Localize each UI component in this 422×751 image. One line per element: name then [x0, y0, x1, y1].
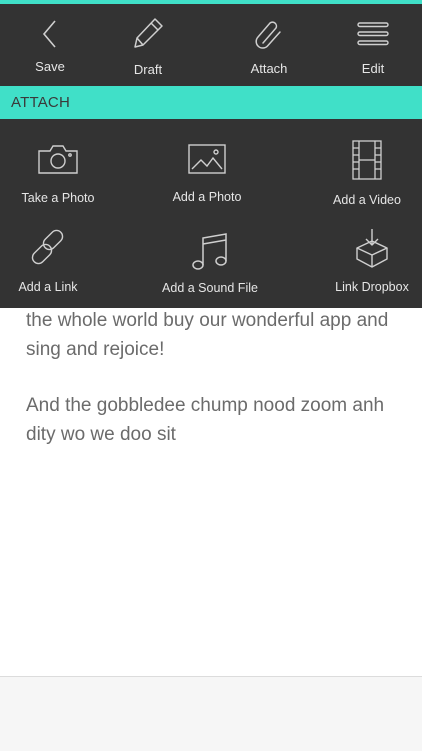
music-note-icon: [192, 233, 227, 270]
add-video-button[interactable]: Add a Video: [317, 119, 417, 209]
add-photo-button[interactable]: Add a Photo: [157, 119, 257, 209]
add-video-label: Add a Video: [333, 193, 401, 207]
attach-panel: Take a Photo Add a Photo Add a Video Add…: [0, 119, 422, 308]
toolbar: Save Draft Attach Edit: [0, 4, 422, 86]
menu-icon: [357, 22, 389, 46]
chevron-left-icon: [42, 20, 56, 48]
add-photo-label: Add a Photo: [172, 190, 242, 204]
edit-label: Edit: [361, 61, 385, 76]
link-icon: [31, 229, 64, 265]
note-paragraph: the whole world buy our wonderful app an…: [26, 310, 389, 360]
save-label: Save: [35, 59, 65, 74]
draft-label: Draft: [133, 62, 163, 77]
take-photo-label: Take a Photo: [21, 191, 95, 205]
pencil-icon: [134, 18, 163, 48]
bottom-bar: [0, 676, 422, 751]
dropbox-icon: [356, 229, 388, 268]
note-body[interactable]: the whole world buy our wonderful app an…: [0, 308, 422, 676]
edit-button[interactable]: Edit: [333, 4, 413, 86]
link-dropbox-button[interactable]: Link Dropbox: [322, 214, 422, 304]
paperclip-icon: [255, 21, 281, 49]
link-dropbox-label: Link Dropbox: [335, 280, 409, 294]
add-sound-file-label: Add a Sound File: [162, 281, 258, 295]
camera-icon: [38, 145, 78, 174]
image-icon: [188, 144, 226, 174]
attach-label: Attach: [250, 61, 288, 76]
attach-title: ATTACH: [11, 94, 70, 111]
add-link-label: Add a Link: [18, 280, 78, 294]
take-photo-button[interactable]: Take a Photo: [8, 119, 108, 209]
add-sound-file-button[interactable]: Add a Sound File: [150, 214, 270, 304]
attach-header: ATTACH: [0, 86, 422, 119]
draft-button[interactable]: Draft: [108, 4, 188, 86]
add-link-button[interactable]: Add a Link: [0, 214, 96, 304]
save-button[interactable]: Save: [10, 4, 90, 86]
film-icon: [352, 140, 382, 180]
attach-button[interactable]: Attach: [229, 4, 309, 86]
note-paragraph: And the gobbledee chump nood zoom anh di…: [26, 395, 385, 445]
